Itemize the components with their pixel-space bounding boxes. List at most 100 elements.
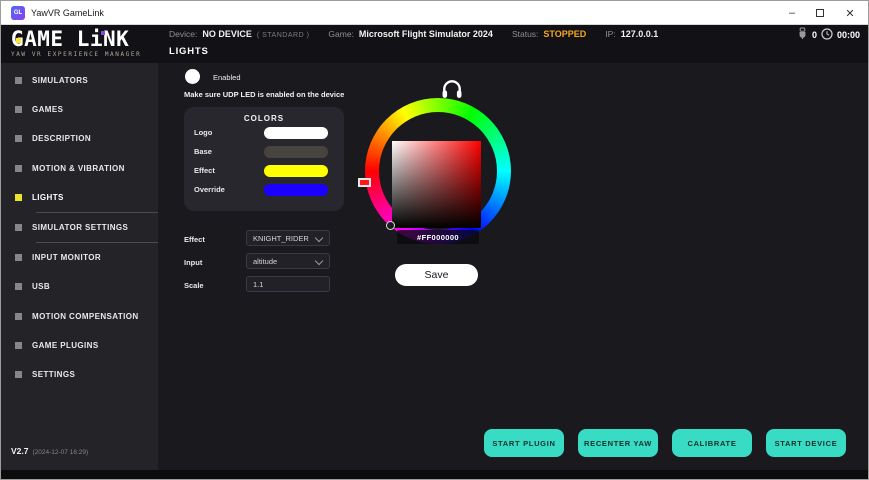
game-value: Microsoft Flight Simulator 2024 xyxy=(359,29,493,39)
scale-input[interactable] xyxy=(246,276,330,292)
bullet-icon-active xyxy=(15,194,22,201)
sidebar-item-usb[interactable]: USB xyxy=(1,272,158,301)
sidebar-item-label: LIGHTS xyxy=(32,193,64,202)
sidebar-item-motion-vibration[interactable]: MOTION & VIBRATION xyxy=(1,154,158,183)
timer-value: 00:00 xyxy=(837,30,860,40)
bullet-icon xyxy=(15,165,22,172)
bullet-icon xyxy=(15,371,22,378)
sidebar-item-label: SETTINGS xyxy=(32,370,75,379)
effect-color-swatch[interactable] xyxy=(264,165,328,177)
logo-yellow-accent xyxy=(16,38,21,43)
bullet-icon xyxy=(15,313,22,320)
input-dropdown-value: altitude xyxy=(253,257,277,266)
effect-field-label: Effect xyxy=(184,235,205,244)
chevron-down-icon xyxy=(315,257,323,265)
sidebar-item-label: GAMES xyxy=(32,105,63,114)
bullet-icon xyxy=(15,283,22,290)
sidebar-item-lights[interactable]: LIGHTS xyxy=(1,183,158,212)
color-label: Effect xyxy=(194,166,215,175)
saturation-value-square[interactable] xyxy=(392,141,481,228)
enabled-label: Enabled xyxy=(213,73,241,82)
version-number: V2.7 xyxy=(11,446,29,456)
bullet-icon xyxy=(15,224,22,231)
recenter-yaw-button[interactable]: RECENTER YAW xyxy=(578,429,658,457)
input-field-label: Input xyxy=(184,258,202,267)
color-label: Override xyxy=(194,185,225,194)
version-info: V2.7 (2024-12-07 16:29) xyxy=(11,441,88,459)
override-color-swatch[interactable] xyxy=(264,184,328,196)
colors-panel: COLORS Logo Base Effect Override xyxy=(184,107,344,211)
sidebar-item-label: USB xyxy=(32,282,50,291)
enabled-toggle[interactable] xyxy=(185,69,200,84)
ip-label: IP: xyxy=(605,29,615,39)
logo-color-swatch[interactable] xyxy=(264,127,328,139)
maximize-button[interactable] xyxy=(811,5,829,21)
color-label: Base xyxy=(194,147,212,156)
sidebar-item-motion-compensation[interactable]: MOTION COMPENSATION xyxy=(1,302,158,331)
saturation-marker[interactable] xyxy=(386,221,395,230)
input-dropdown[interactable]: altitude xyxy=(246,253,330,269)
status-label: Status: xyxy=(512,29,538,39)
bullet-icon xyxy=(15,342,22,349)
device-mode: ( STANDARD ) xyxy=(257,32,310,39)
app-window: GL YawVR GameLink – ✕ GAME LiNK YAW VR E… xyxy=(0,0,869,480)
bullet-icon xyxy=(15,135,22,142)
start-device-button[interactable]: START DEVICE xyxy=(766,429,846,457)
logo-title: GAME LiNK xyxy=(11,29,161,49)
device-value: NO DEVICE xyxy=(202,29,252,39)
scale-field-label: Scale xyxy=(184,281,204,290)
header-indicators: 0 00:00 xyxy=(797,27,860,42)
color-row-base: Base xyxy=(184,142,344,161)
sidebar-item-description[interactable]: DESCRIPTION xyxy=(1,124,158,153)
usb-icon xyxy=(797,27,808,42)
start-plugin-button[interactable]: START PLUGIN xyxy=(484,429,564,457)
app-icon: GL xyxy=(11,6,25,20)
sidebar-item-label: GAME PLUGINS xyxy=(32,341,99,350)
close-button[interactable]: ✕ xyxy=(841,5,859,21)
calibrate-button[interactable]: CALIBRATE xyxy=(672,429,752,457)
sidebar-item-game-plugins[interactable]: GAME PLUGINS xyxy=(1,331,158,360)
sidebar-item-label: INPUT MONITOR xyxy=(32,253,101,262)
color-label: Logo xyxy=(194,128,212,137)
sidebar-item-simulators[interactable]: SIMULATORS xyxy=(1,66,158,95)
sidebar-item-label: MOTION COMPENSATION xyxy=(32,312,139,321)
sidebar-item-settings[interactable]: SETTINGS xyxy=(1,360,158,389)
status-value: STOPPED xyxy=(543,29,586,39)
chevron-down-icon xyxy=(315,234,323,242)
color-row-override: Override xyxy=(184,180,344,199)
sidebar-item-simulator-settings[interactable]: SIMULATOR SETTINGS xyxy=(1,213,158,242)
app-logo: GAME LiNK YAW VR EXPERIENCE MANAGER xyxy=(11,29,161,58)
sidebar-item-label: SIMULATOR SETTINGS xyxy=(32,223,128,232)
effect-dropdown-value: KNIGHT_RIDER xyxy=(253,234,309,243)
window-title: YawVR GameLink xyxy=(31,8,104,18)
page-title: LIGHTS xyxy=(169,46,209,57)
logo-purple-accent xyxy=(101,31,105,35)
udp-note: Make sure UDP LED is enabled on the devi… xyxy=(184,90,344,99)
color-row-effect: Effect xyxy=(184,161,344,180)
base-color-swatch[interactable] xyxy=(264,146,328,158)
save-button[interactable]: Save xyxy=(395,264,478,286)
bullet-icon xyxy=(15,254,22,261)
sidebar-item-input-monitor[interactable]: INPUT MONITOR xyxy=(1,243,158,272)
game-label: Game: xyxy=(328,29,354,39)
version-date: (2024-12-07 16:29) xyxy=(33,449,89,456)
maximize-icon xyxy=(816,9,824,17)
usb-count: 0 xyxy=(812,30,817,40)
titlebar: GL YawVR GameLink – ✕ xyxy=(1,1,868,25)
clock-icon xyxy=(821,28,833,42)
bullet-icon xyxy=(15,77,22,84)
hue-marker[interactable] xyxy=(358,178,371,187)
minimize-button[interactable]: – xyxy=(783,5,801,21)
sidebar-item-games[interactable]: GAMES xyxy=(1,95,158,124)
bullet-icon xyxy=(15,106,22,113)
device-status-row: Device: NO DEVICE ( STANDARD ) Game: Mic… xyxy=(169,29,658,39)
bottom-strip xyxy=(1,470,868,479)
colors-panel-title: COLORS xyxy=(184,114,344,123)
sidebar-item-label: DESCRIPTION xyxy=(32,134,91,143)
ip-value: 127.0.0.1 xyxy=(621,29,659,39)
color-row-logo: Logo xyxy=(184,123,344,142)
hex-color-value: #FF000000 xyxy=(397,230,479,244)
device-label: Device: xyxy=(169,29,197,39)
sidebar: SIMULATORS GAMES DESCRIPTION MOTION & VI… xyxy=(1,63,158,471)
effect-dropdown[interactable]: KNIGHT_RIDER xyxy=(246,230,330,246)
